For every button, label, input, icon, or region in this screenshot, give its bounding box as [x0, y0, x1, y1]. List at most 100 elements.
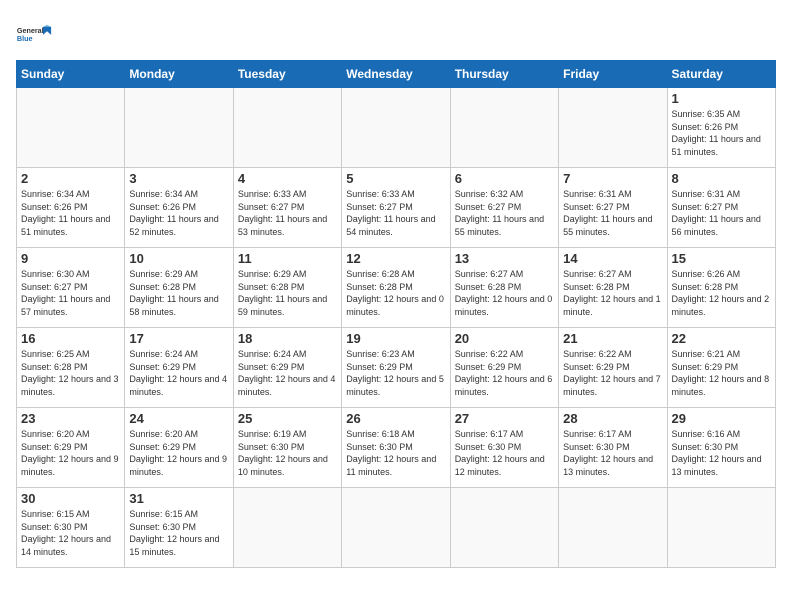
calendar-cell: [342, 488, 450, 568]
calendar-cell: 20Sunrise: 6:22 AM Sunset: 6:29 PM Dayli…: [450, 328, 558, 408]
day-info: Sunrise: 6:33 AM Sunset: 6:27 PM Dayligh…: [238, 188, 337, 238]
calendar-cell: 22 Sunrise: 6:21 AM Sunset: 6:29 PM Dayli…: [667, 328, 775, 408]
day-number: 14: [563, 251, 662, 266]
day-number: 27: [455, 411, 554, 426]
day-number: 6: [455, 171, 554, 186]
logo: GeneralBlue: [16, 16, 52, 52]
calendar-cell: 25Sunrise: 6:19 AM Sunset: 6:30 PM Dayli…: [233, 408, 341, 488]
calendar-cell: 28Sunrise: 6:17 AM Sunset: 6:30 PM Dayli…: [559, 408, 667, 488]
calendar-cell: 23 Sunrise: 6:20 AM Sunset: 6:29 PM Dayli…: [17, 408, 125, 488]
day-number: 2: [21, 171, 120, 186]
day-number: 5: [346, 171, 445, 186]
day-number: 17: [129, 331, 228, 346]
day-number: 25: [238, 411, 337, 426]
day-number: 24: [129, 411, 228, 426]
col-header-monday: Monday: [125, 61, 233, 88]
day-number: 7: [563, 171, 662, 186]
day-number: 23: [21, 411, 120, 426]
day-info: Sunrise: 6:22 AM Sunset: 6:29 PM Dayligh…: [563, 348, 662, 398]
day-number: 30: [21, 491, 120, 506]
week-row-5: 30 Sunrise: 6:15 AM Sunset: 6:30 PM Dayli…: [17, 488, 776, 568]
svg-text:Blue: Blue: [17, 34, 33, 43]
day-number: 22: [672, 331, 771, 346]
calendar-cell: 12Sunrise: 6:28 AM Sunset: 6:28 PM Dayli…: [342, 248, 450, 328]
day-info: Sunrise: 6:34 AM Sunset: 6:26 PM Dayligh…: [21, 188, 120, 238]
logo-icon: GeneralBlue: [16, 16, 52, 52]
day-info: Sunrise: 6:34 AM Sunset: 6:26 PM Dayligh…: [129, 188, 228, 238]
calendar-cell: 29Sunrise: 6:16 AM Sunset: 6:30 PM Dayli…: [667, 408, 775, 488]
calendar-cell: 1 Sunrise: 6:35 AM Sunset: 6:26 PM Daylig…: [667, 88, 775, 168]
day-info: Sunrise: 6:16 AM Sunset: 6:30 PM Dayligh…: [672, 428, 771, 478]
day-info: Sunrise: 6:32 AM Sunset: 6:27 PM Dayligh…: [455, 188, 554, 238]
day-info: Sunrise: 6:35 AM Sunset: 6:26 PM Dayligh…: [672, 108, 771, 158]
day-number: 1: [672, 91, 771, 106]
day-info: Sunrise: 6:20 AM Sunset: 6:29 PM Dayligh…: [129, 428, 228, 478]
day-number: 21: [563, 331, 662, 346]
day-info: Sunrise: 6:24 AM Sunset: 6:29 PM Dayligh…: [238, 348, 337, 398]
calendar-cell: 5 Sunrise: 6:33 AM Sunset: 6:27 PM Daylig…: [342, 168, 450, 248]
week-row-3: 16Sunrise: 6:25 AM Sunset: 6:28 PM Dayli…: [17, 328, 776, 408]
week-row-0: 1 Sunrise: 6:35 AM Sunset: 6:26 PM Daylig…: [17, 88, 776, 168]
col-header-saturday: Saturday: [667, 61, 775, 88]
calendar-cell: [450, 488, 558, 568]
day-number: 10: [129, 251, 228, 266]
day-info: Sunrise: 6:30 AM Sunset: 6:27 PM Dayligh…: [21, 268, 120, 318]
calendar-cell: 14Sunrise: 6:27 AM Sunset: 6:28 PM Dayli…: [559, 248, 667, 328]
day-info: Sunrise: 6:31 AM Sunset: 6:27 PM Dayligh…: [672, 188, 771, 238]
calendar-cell: 11Sunrise: 6:29 AM Sunset: 6:28 PM Dayli…: [233, 248, 341, 328]
col-header-sunday: Sunday: [17, 61, 125, 88]
day-number: 3: [129, 171, 228, 186]
calendar-cell: [450, 88, 558, 168]
calendar-cell: 3 Sunrise: 6:34 AM Sunset: 6:26 PM Daylig…: [125, 168, 233, 248]
day-info: Sunrise: 6:29 AM Sunset: 6:28 PM Dayligh…: [129, 268, 228, 318]
col-header-wednesday: Wednesday: [342, 61, 450, 88]
col-header-tuesday: Tuesday: [233, 61, 341, 88]
calendar-cell: 15 Sunrise: 6:26 AM Sunset: 6:28 PM Dayli…: [667, 248, 775, 328]
day-number: 26: [346, 411, 445, 426]
day-info: Sunrise: 6:15 AM Sunset: 6:30 PM Dayligh…: [21, 508, 120, 558]
day-info: Sunrise: 6:24 AM Sunset: 6:29 PM Dayligh…: [129, 348, 228, 398]
day-number: 18: [238, 331, 337, 346]
day-number: 31: [129, 491, 228, 506]
calendar-cell: 7 Sunrise: 6:31 AM Sunset: 6:27 PM Daylig…: [559, 168, 667, 248]
day-number: 4: [238, 171, 337, 186]
calendar-cell: [342, 88, 450, 168]
calendar-cell: [559, 488, 667, 568]
col-header-friday: Friday: [559, 61, 667, 88]
day-info: Sunrise: 6:18 AM Sunset: 6:30 PM Dayligh…: [346, 428, 445, 478]
day-info: Sunrise: 6:27 AM Sunset: 6:28 PM Dayligh…: [455, 268, 554, 318]
day-info: Sunrise: 6:23 AM Sunset: 6:29 PM Dayligh…: [346, 348, 445, 398]
day-number: 8: [672, 171, 771, 186]
day-info: Sunrise: 6:17 AM Sunset: 6:30 PM Dayligh…: [563, 428, 662, 478]
day-info: Sunrise: 6:29 AM Sunset: 6:28 PM Dayligh…: [238, 268, 337, 318]
day-info: Sunrise: 6:21 AM Sunset: 6:29 PM Dayligh…: [672, 348, 771, 398]
calendar-cell: 6 Sunrise: 6:32 AM Sunset: 6:27 PM Daylig…: [450, 168, 558, 248]
calendar-cell: 13Sunrise: 6:27 AM Sunset: 6:28 PM Dayli…: [450, 248, 558, 328]
day-number: 12: [346, 251, 445, 266]
week-row-2: 9Sunrise: 6:30 AM Sunset: 6:27 PM Daylig…: [17, 248, 776, 328]
week-row-4: 23 Sunrise: 6:20 AM Sunset: 6:29 PM Dayli…: [17, 408, 776, 488]
calendar-cell: [667, 488, 775, 568]
day-info: Sunrise: 6:15 AM Sunset: 6:30 PM Dayligh…: [129, 508, 228, 558]
calendar-cell: [233, 88, 341, 168]
day-info: Sunrise: 6:26 AM Sunset: 6:28 PM Dayligh…: [672, 268, 771, 318]
calendar-cell: 10 Sunrise: 6:29 AM Sunset: 6:28 PM Dayli…: [125, 248, 233, 328]
calendar-cell: 27Sunrise: 6:17 AM Sunset: 6:30 PM Dayli…: [450, 408, 558, 488]
calendar-cell: [559, 88, 667, 168]
calendar-cell: 18 Sunrise: 6:24 AM Sunset: 6:29 PM Dayli…: [233, 328, 341, 408]
calendar-cell: 4 Sunrise: 6:33 AM Sunset: 6:27 PM Daylig…: [233, 168, 341, 248]
day-info: Sunrise: 6:20 AM Sunset: 6:29 PM Dayligh…: [21, 428, 120, 478]
week-row-1: 2 Sunrise: 6:34 AM Sunset: 6:26 PM Daylig…: [17, 168, 776, 248]
calendar-cell: 26 Sunrise: 6:18 AM Sunset: 6:30 PM Dayli…: [342, 408, 450, 488]
day-number: 15: [672, 251, 771, 266]
calendar-cell: 24 Sunrise: 6:20 AM Sunset: 6:29 PM Dayli…: [125, 408, 233, 488]
header: GeneralBlue: [16, 16, 776, 52]
day-info: Sunrise: 6:33 AM Sunset: 6:27 PM Dayligh…: [346, 188, 445, 238]
calendar-cell: [233, 488, 341, 568]
day-number: 19: [346, 331, 445, 346]
calendar-cell: 19 Sunrise: 6:23 AM Sunset: 6:29 PM Dayli…: [342, 328, 450, 408]
day-info: Sunrise: 6:31 AM Sunset: 6:27 PM Dayligh…: [563, 188, 662, 238]
calendar-cell: 30 Sunrise: 6:15 AM Sunset: 6:30 PM Dayli…: [17, 488, 125, 568]
day-info: Sunrise: 6:22 AM Sunset: 6:29 PM Dayligh…: [455, 348, 554, 398]
calendar-cell: 21 Sunrise: 6:22 AM Sunset: 6:29 PM Dayli…: [559, 328, 667, 408]
